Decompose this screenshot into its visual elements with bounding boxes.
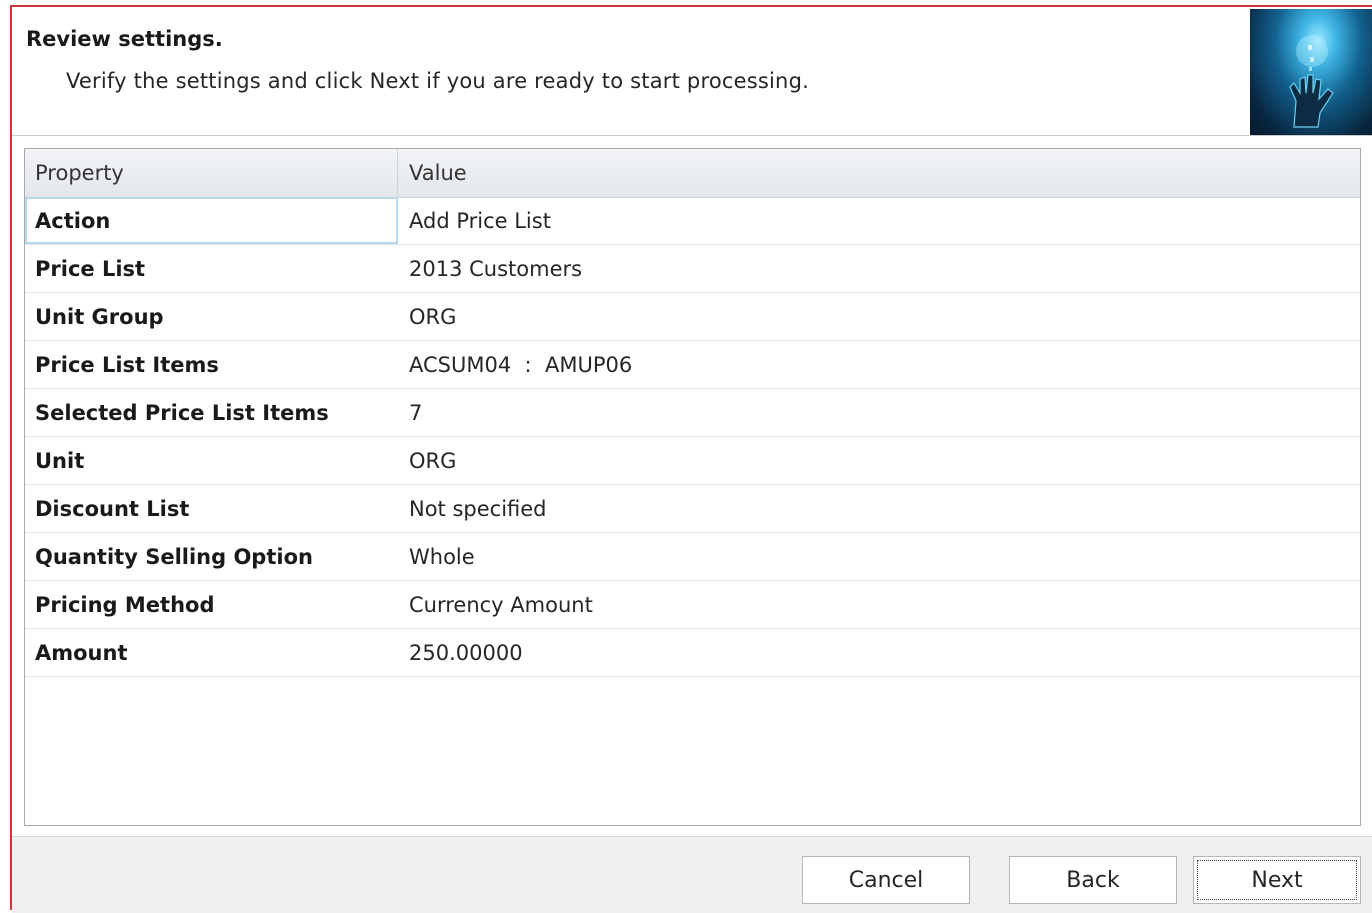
table-row[interactable]: Discount List Not specified — [25, 485, 1360, 533]
table-row[interactable]: Amount 250.00000 — [25, 629, 1360, 677]
page-title: Review settings. — [26, 27, 223, 51]
cancel-button[interactable]: Cancel — [802, 856, 970, 904]
value-label: Add Price List — [409, 208, 551, 233]
column-header-property[interactable]: Property — [25, 149, 398, 197]
property-cell[interactable]: Amount — [25, 629, 398, 676]
property-label: Amount — [35, 640, 128, 665]
property-label: Action — [35, 208, 111, 233]
property-cell[interactable]: Price List Items — [25, 341, 398, 388]
property-label: Unit Group — [35, 304, 164, 329]
settings-grid: Property Value Action Add Price List Pri… — [24, 148, 1361, 826]
column-header-value-label: Value — [409, 161, 467, 185]
value-cell[interactable]: 2013 Customers — [398, 245, 1360, 292]
value-cell[interactable]: Whole — [398, 533, 1360, 580]
property-label: Unit — [35, 448, 85, 473]
table-row[interactable]: Price List 2013 Customers — [25, 245, 1360, 293]
value-label: ORG — [409, 448, 457, 473]
table-row[interactable]: Quantity Selling Option Whole — [25, 533, 1360, 581]
back-button[interactable]: Back — [1009, 856, 1177, 904]
property-label: Selected Price List Items — [35, 400, 329, 425]
property-cell[interactable]: Quantity Selling Option — [25, 533, 398, 580]
property-cell[interactable]: Unit — [25, 437, 398, 484]
property-label: Price List — [35, 256, 146, 281]
wizard-header: Review settings. Verify the settings and… — [12, 7, 1372, 136]
value-label: ACSUM04 : AMUP06 — [409, 352, 633, 377]
value-label: 250.00000 — [409, 640, 523, 665]
value-label: Whole — [409, 544, 475, 569]
property-label: Discount List — [35, 496, 190, 521]
value-label: Not specified — [409, 496, 547, 521]
property-cell[interactable]: Pricing Method — [25, 581, 398, 628]
hand-light-icon — [1250, 9, 1372, 135]
value-label: ORG — [409, 304, 457, 329]
property-label: Price List Items — [35, 352, 219, 377]
table-row[interactable]: Unit Group ORG — [25, 293, 1360, 341]
table-row[interactable]: Unit ORG — [25, 437, 1360, 485]
value-label: 7 — [409, 400, 423, 425]
property-cell[interactable]: Unit Group — [25, 293, 398, 340]
value-cell[interactable]: ACSUM04 : AMUP06 — [398, 341, 1360, 388]
property-label: Pricing Method — [35, 592, 215, 617]
page-subtitle: Verify the settings and click Next if yo… — [66, 69, 809, 93]
wizard-footer: Cancel Back Next — [12, 836, 1372, 913]
value-cell[interactable]: Not specified — [398, 485, 1360, 532]
value-label: 2013 Customers — [409, 256, 583, 281]
property-cell[interactable]: Price List — [25, 245, 398, 292]
property-cell[interactable]: Selected Price List Items — [25, 389, 398, 436]
value-cell[interactable]: Currency Amount — [398, 581, 1360, 628]
grid-rows: Action Add Price List Price List 2013 Cu… — [25, 197, 1360, 677]
value-cell[interactable]: 7 — [398, 389, 1360, 436]
table-row[interactable]: Action Add Price List — [25, 197, 1360, 245]
value-label: Currency Amount — [409, 592, 593, 617]
table-row[interactable]: Selected Price List Items 7 — [25, 389, 1360, 437]
value-cell[interactable]: ORG — [398, 437, 1360, 484]
property-cell[interactable]: Discount List — [25, 485, 398, 532]
grid-header: Property Value — [25, 149, 1360, 198]
property-cell[interactable]: Action — [25, 197, 398, 244]
value-cell[interactable]: 250.00000 — [398, 629, 1360, 676]
column-header-value[interactable]: Value — [398, 149, 1360, 197]
column-header-property-label: Property — [35, 161, 124, 185]
property-label: Quantity Selling Option — [35, 544, 313, 569]
next-button[interactable]: Next — [1193, 856, 1361, 904]
table-row[interactable]: Pricing Method Currency Amount — [25, 581, 1360, 629]
value-cell[interactable]: Add Price List — [398, 197, 1360, 244]
table-row[interactable]: Price List Items ACSUM04 : AMUP06 — [25, 341, 1360, 389]
wizard-window: Review settings. Verify the settings and… — [10, 5, 1372, 913]
value-cell[interactable]: ORG — [398, 293, 1360, 340]
